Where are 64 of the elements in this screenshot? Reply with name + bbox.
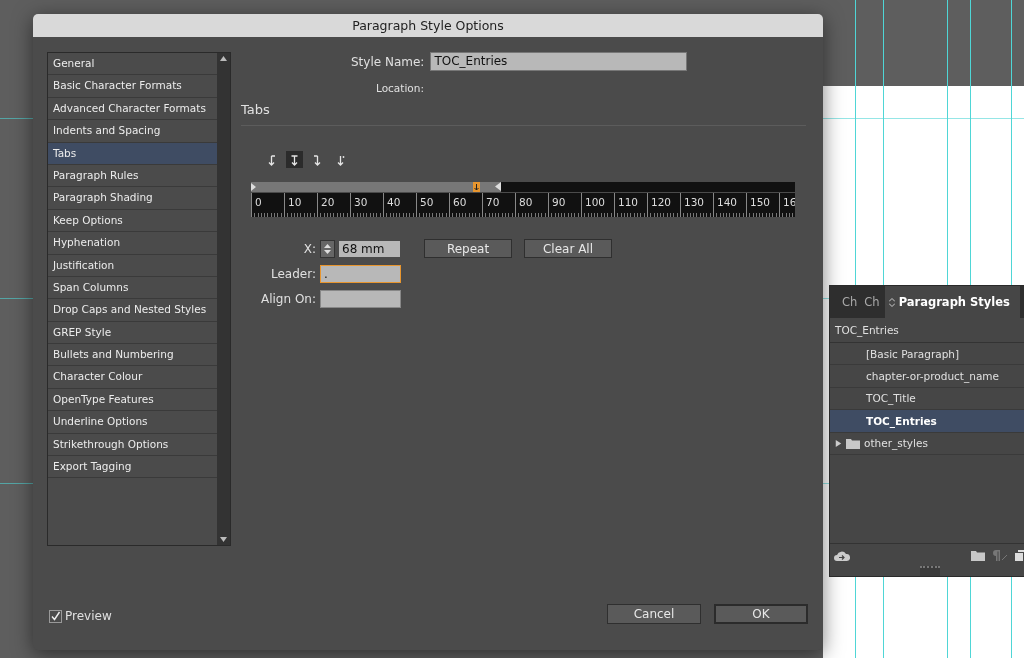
ruler-number: 30 — [350, 193, 368, 217]
ruler-number: 110 — [614, 193, 639, 217]
style-row[interactable]: TOC_Entries — [830, 410, 1024, 433]
ok-button[interactable]: OK — [714, 604, 808, 624]
field-label: Align On: — [260, 292, 316, 306]
expand-icon[interactable] — [835, 438, 842, 448]
panel-tab[interactable]: Ch — [830, 286, 863, 318]
align-on-field[interactable] — [320, 290, 401, 308]
ruler-number: 120 — [647, 193, 672, 217]
indent-marker-icon[interactable] — [495, 182, 502, 191]
sidebar-item[interactable]: Tabs — [48, 142, 217, 165]
style-row[interactable]: [Basic Paragraph] — [830, 343, 1024, 366]
cloud-icon[interactable] — [834, 549, 850, 561]
folder-icon — [846, 437, 860, 449]
ruler-number: 70 — [482, 193, 500, 217]
new-style-icon[interactable] — [1015, 549, 1024, 561]
repeat-button[interactable]: Repeat — [424, 239, 512, 258]
ruler-number: 40 — [383, 193, 401, 217]
ruler-number: 90 — [548, 193, 566, 217]
ruler-number: 130 — [680, 193, 705, 217]
field-label: X: — [302, 241, 316, 256]
ruler-number: 100 — [581, 193, 606, 217]
folder-icon[interactable] — [971, 549, 985, 561]
scroll-down-icon — [220, 537, 227, 542]
tab-stop-marker[interactable] — [473, 182, 481, 192]
current-style-label: TOC_Entries — [830, 318, 1024, 343]
sort-arrows-icon — [888, 297, 895, 307]
ruler-number: 60 — [449, 193, 467, 217]
field-label: Style Name: — [351, 54, 425, 69]
tab-arrow-icon — [290, 153, 299, 166]
tab-arrow-icon — [267, 153, 276, 166]
ruler-number: 50 — [416, 193, 434, 217]
stepper[interactable] — [320, 239, 335, 258]
position-field[interactable]: 68 mm — [339, 240, 400, 257]
panel-tab[interactable]: Ch — [862, 286, 885, 318]
section-title: Tabs — [241, 102, 271, 117]
ruler-number: 150 — [746, 193, 771, 217]
cancel-button[interactable]: Cancel — [607, 604, 701, 624]
resize-grip[interactable] — [920, 566, 940, 576]
window-title: Paragraph Style Options — [33, 14, 823, 37]
clear-all-button[interactable]: Clear All — [524, 239, 612, 258]
tab-arrow-icon — [313, 153, 322, 166]
ruler-number: 0 — [251, 193, 262, 217]
ruler-number: 16 — [779, 193, 795, 217]
stepper-arrows-icon — [324, 242, 331, 255]
tab-ruler-track[interactable] — [251, 182, 795, 192]
style-row[interactable]: chapter-or-product_name — [830, 365, 1024, 388]
ruler-number: 20 — [317, 193, 335, 217]
panel-tab[interactable]: Paragraph Styles — [884, 286, 1020, 318]
tab-align-button[interactable] — [286, 151, 303, 168]
scroll-up-icon — [220, 56, 227, 61]
indent-marker-icon[interactable] — [251, 183, 256, 191]
ruler-number: 140 — [713, 193, 738, 217]
preview-checkbox[interactable]: Preview — [49, 609, 112, 623]
style-group-row[interactable]: other_styles — [830, 432, 1024, 455]
ruler-number: 10 — [284, 193, 302, 217]
field-label: Leader: — [270, 267, 316, 281]
style-name-field[interactable]: TOC_Entries — [430, 52, 688, 71]
scrollbar[interactable] — [217, 53, 230, 545]
checkmark-icon — [50, 610, 61, 622]
leader-field[interactable]: . — [320, 265, 401, 283]
ruler-number: 80 — [515, 193, 533, 217]
field-label: Location: — [376, 82, 424, 94]
tab-arrow-icon — [336, 153, 345, 166]
